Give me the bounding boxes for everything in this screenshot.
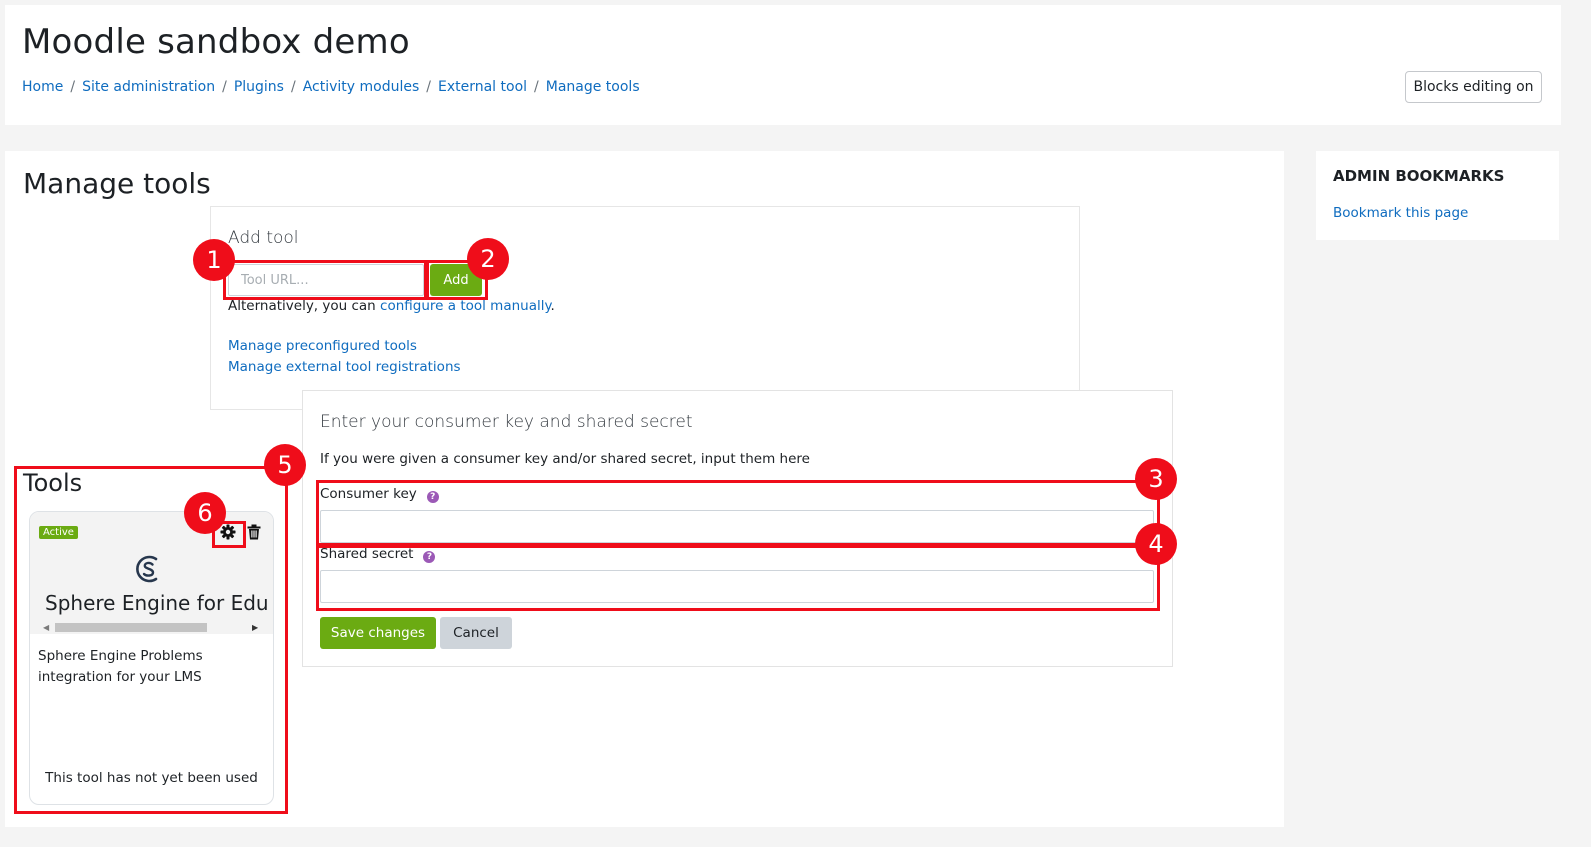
gear-icon[interactable] <box>220 524 236 540</box>
annotation-callout: 4 <box>1135 523 1177 565</box>
annotation-callout: 5 <box>264 444 306 486</box>
tool-usage-status: This tool has not yet been used <box>45 770 258 786</box>
site-title: Moodle sandbox demo <box>22 22 410 62</box>
consumer-key-field[interactable] <box>320 510 1154 543</box>
alternative-prefix: Alternatively, you can <box>228 298 381 314</box>
tools-heading: Tools <box>23 469 83 497</box>
annotation-callout: 2 <box>467 238 509 280</box>
shared-secret-field[interactable] <box>320 570 1154 603</box>
breadcrumb-separator: / <box>70 79 76 95</box>
breadcrumb: Home / Site administration / Plugins / Activit… <box>22 79 640 95</box>
add-tool-title: Add tool <box>228 228 299 248</box>
breadcrumb-site-administration[interactable]: Site administration <box>82 79 215 95</box>
admin-bookmarks-title: ADMIN BOOKMARKS <box>1333 167 1505 185</box>
cancel-button[interactable]: Cancel <box>440 617 512 649</box>
configure-manually-link[interactable]: configure a tool manually <box>380 298 551 314</box>
alternative-text: Alternatively, you can configure a tool … <box>228 298 555 314</box>
annotation-callout: 6 <box>184 492 226 534</box>
consumer-panel-description: If you were given a consumer key and/or … <box>320 451 810 467</box>
annotation-callout: 3 <box>1135 458 1177 500</box>
shared-secret-label-text: Shared secret <box>320 546 414 562</box>
status-badge: Active <box>39 526 78 539</box>
page-header: Moodle sandbox demo Home / Site administra… <box>5 5 1561 125</box>
trash-icon[interactable] <box>247 524 261 540</box>
tool-card-header: Active Sphere Engine for Ed ◀ ▶ <box>30 512 273 634</box>
breadcrumb-plugins[interactable]: Plugins <box>234 79 284 95</box>
tool-description: Sphere Engine Problems integration for y… <box>38 648 203 685</box>
scroll-left-icon[interactable]: ◀ <box>43 623 49 632</box>
tool-name: Sphere Engine for Education <box>45 591 267 615</box>
tool-logo-icon <box>136 555 158 583</box>
consumer-key-label-text: Consumer key <box>320 486 417 502</box>
breadcrumb-activity-modules[interactable]: Activity modules <box>303 79 420 95</box>
save-changes-button[interactable]: Save changes <box>320 617 436 649</box>
breadcrumb-separator: / <box>290 79 296 95</box>
consumer-panel-title: Enter your consumer key and shared secre… <box>320 412 693 432</box>
consumer-key-label: Consumer key? <box>320 486 439 503</box>
manage-registrations-link[interactable]: Manage external tool registrations <box>228 359 461 375</box>
alternative-suffix: . <box>550 298 555 314</box>
bookmark-this-page-link[interactable]: Bookmark this page <box>1333 205 1468 221</box>
add-tool-panel: Add tool Add Alternatively, you can conf… <box>210 206 1080 410</box>
scrollbar-thumb[interactable] <box>55 623 207 632</box>
tool-url-input[interactable] <box>228 264 424 296</box>
admin-bookmarks-block: ADMIN BOOKMARKS Bookmark this page <box>1316 151 1559 240</box>
consumer-key-panel: Enter your consumer key and shared secre… <box>302 390 1173 667</box>
breadcrumb-separator: / <box>426 79 431 95</box>
scroll-right-icon[interactable]: ▶ <box>252 623 258 632</box>
tool-name-scrollbar[interactable]: ◀ ▶ <box>30 620 273 634</box>
tool-card: Active Sphere Engine for Ed ◀ ▶ Sphere E… <box>29 511 274 805</box>
blocks-editing-button[interactable]: Blocks editing on <box>1405 71 1542 103</box>
page-title: Manage tools <box>23 167 211 200</box>
breadcrumb-external-tool[interactable]: External tool <box>438 79 527 95</box>
shared-secret-label: Shared secret? <box>320 546 436 563</box>
annotation-callout: 1 <box>193 239 235 281</box>
manage-preconfigured-link[interactable]: Manage preconfigured tools <box>228 338 417 354</box>
breadcrumb-separator: / <box>222 79 227 95</box>
breadcrumb-home[interactable]: Home <box>22 79 63 95</box>
help-icon[interactable]: ? <box>426 491 439 503</box>
breadcrumb-separator: / <box>534 79 539 95</box>
help-icon[interactable]: ? <box>423 551 436 563</box>
breadcrumb-manage-tools[interactable]: Manage tools <box>546 79 640 95</box>
